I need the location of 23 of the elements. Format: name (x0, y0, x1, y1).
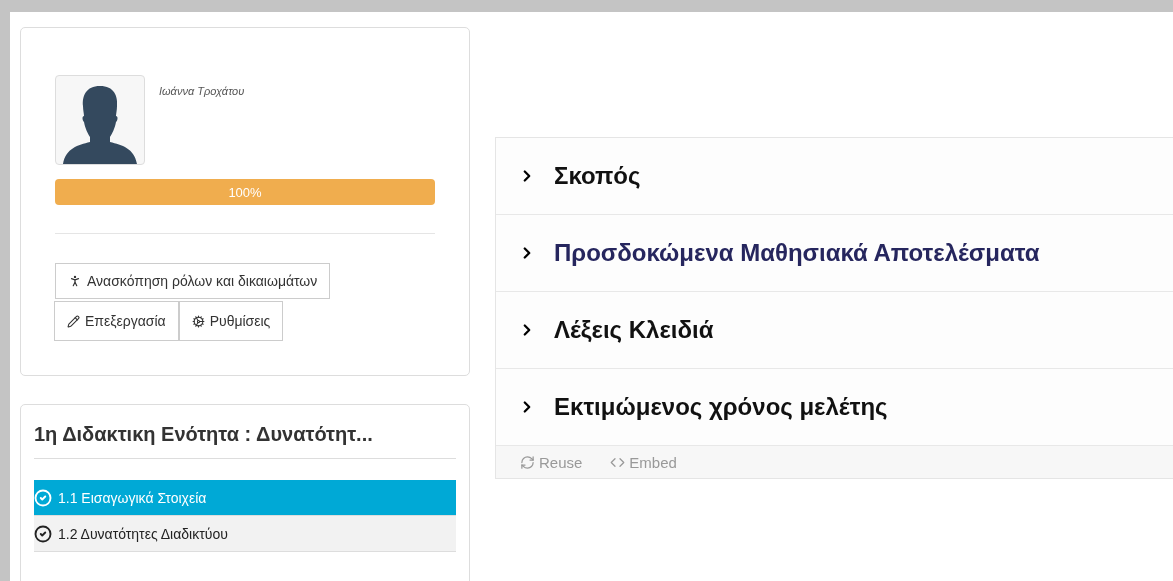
accordion-header[interactable]: Λέξεις Κλειδιά (496, 292, 1173, 369)
section-title: Λέξεις Κλειδιά (554, 316, 714, 344)
accordion-header[interactable]: Σκοπός (496, 138, 1173, 215)
section-title: Προσδοκώμενα Μαθησιακά Αποτελέσματα (554, 239, 1040, 267)
roles-button[interactable]: Ανασκόπηση ρόλων και δικαιωμάτων (55, 263, 331, 299)
lesson-item[interactable]: 1.2 Δυνατότητες Διαδικτύου (34, 516, 456, 552)
person-icon (68, 274, 82, 288)
section-title: Σκοπός (554, 162, 641, 190)
user-name: Ιωάννα Τροχάτου (159, 85, 245, 97)
settings-button[interactable]: Ρυθμίσεις (178, 301, 284, 341)
lesson-label: 1.1 Εισαγωγικά Στοιχεία (58, 489, 207, 506)
pencil-icon (67, 314, 80, 328)
settings-icon (191, 314, 205, 328)
check-circle-icon (34, 488, 52, 507)
accordion-header[interactable]: Προσδοκώμενα Μαθησιακά Αποτελέσματα (496, 215, 1173, 292)
lesson-label: 1.2 Δυνατότητες Διαδικτύου (58, 525, 228, 542)
section-title: Εκτιμώμενος χρόνος μελέτης (554, 393, 888, 421)
progress-label: 100% (228, 184, 262, 200)
check-circle-icon (34, 524, 52, 543)
person-silhouette-icon (60, 84, 140, 164)
unit-title: 1η Διδακτικη Ενότητα : Δυνατότητ... (34, 423, 456, 459)
edit-button[interactable]: Επεξεργασία (54, 301, 179, 341)
refresh-icon (520, 454, 535, 470)
